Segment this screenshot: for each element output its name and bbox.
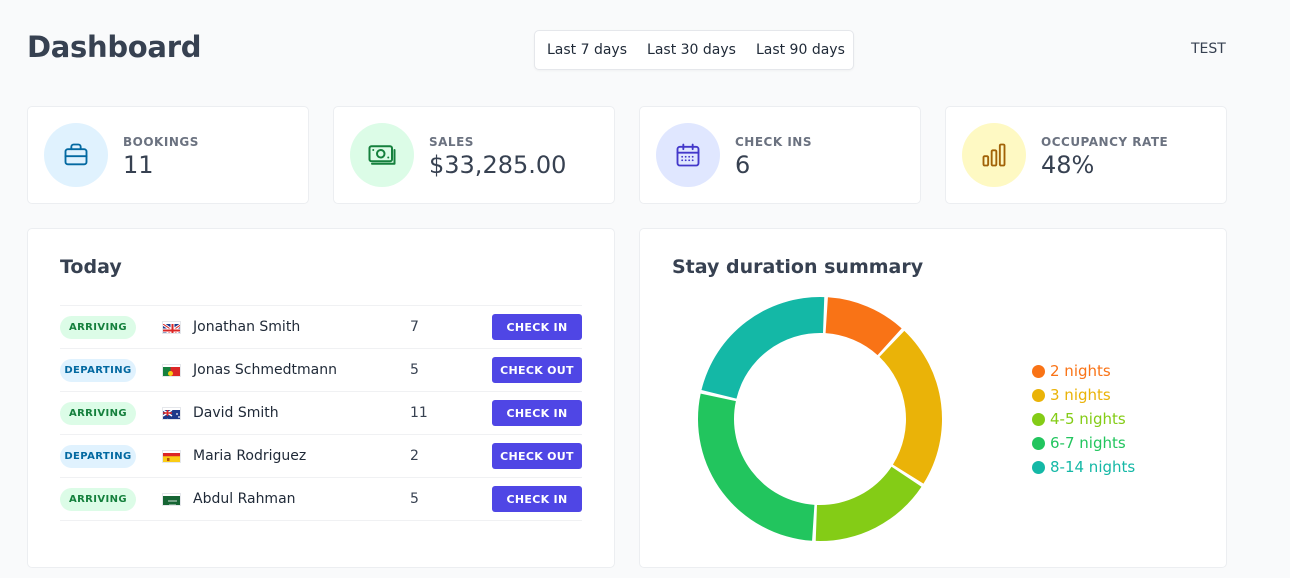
guest-name: David Smith [193,405,279,421]
stat-card-bookings: BOOKINGS 11 [27,106,309,204]
legend-label: 4-5 nights [1050,410,1126,428]
page-title: Dashboard [27,30,202,64]
donut-slice-1 [879,330,942,484]
panel-title: Stay duration summary [672,256,924,278]
legend-dot-icon [1032,388,1045,402]
donut-slice-4 [701,297,825,399]
legend-label: 3 nights [1050,386,1111,404]
stat-card-sales: SALES $33,285.00 [333,106,615,204]
panel-title: Today [60,256,122,278]
legend-item: 4-5 nights [1032,407,1135,431]
status-badge: ARRIVING [60,316,136,339]
check-out-button[interactable]: CHECK OUT [492,443,582,469]
list-item: DEPARTING Jonas Schmedtmann 5 CHECK OUT [60,349,582,392]
legend-label: 8-14 nights [1050,458,1136,476]
es-flag-icon [162,450,181,463]
status-badge: ARRIVING [60,402,136,425]
chart-legend: 2 nights 3 nights 4-5 nights 6-7 nights 8-14… [1032,359,1135,479]
today-panel: Today ARRIVING Jonathan Smith 7 CHECK IN… [27,228,615,568]
stat-value: $33,285.00 [429,151,567,179]
range-last-30-days[interactable]: Last 30 days [647,42,736,58]
nights-count: 5 [410,491,419,507]
stat-label: CHECK INS [735,135,812,149]
legend-item: 3 nights [1032,383,1135,407]
nights-count: 2 [410,448,419,464]
nights-count: 5 [410,362,419,378]
legend-dot-icon [1032,412,1045,426]
donut-slice-2 [815,466,922,541]
list-item: ARRIVING David Smith 11 CHECK IN [60,392,582,435]
legend-dot-icon [1032,460,1045,474]
stat-card-check-ins: CHECK INS 6 [639,106,921,204]
legend-item: 8-14 nights [1032,455,1135,479]
check-in-button[interactable]: CHECK IN [492,486,582,512]
user-name[interactable]: TEST [1191,41,1226,57]
guest-name: Jonathan Smith [193,319,301,335]
guest-name: Jonas Schmedtmann [193,362,337,378]
nights-count: 11 [410,405,428,421]
nights-count: 7 [410,319,419,335]
list-item: DEPARTING Maria Rodriguez 2 CHECK OUT [60,435,582,478]
gb-flag-icon [162,321,181,334]
stat-label: OCCUPANCY RATE [1041,135,1169,149]
sa-flag-icon [162,493,181,506]
donut-slice-3 [698,393,815,541]
check-in-button[interactable]: CHECK IN [492,400,582,426]
stay-duration-donut-chart [698,297,942,541]
list-item: ARRIVING Jonathan Smith 7 CHECK IN [60,306,582,349]
stat-value: 6 [735,151,751,179]
guest-name: Maria Rodriguez [193,448,307,464]
legend-item: 2 nights [1032,359,1135,383]
legend-dot-icon [1032,436,1045,450]
stat-value: 11 [123,151,154,179]
range-last-7-days[interactable]: Last 7 days [547,42,627,58]
money-icon [350,123,414,187]
stay-duration-panel: Stay duration summary 2 nights 3 nights 4-… [639,228,1227,568]
check-out-button[interactable]: CHECK OUT [492,357,582,383]
status-badge: DEPARTING [60,445,136,468]
au-flag-icon [162,407,181,420]
briefcase-icon [44,123,108,187]
legend-label: 6-7 nights [1050,434,1126,452]
legend-label: 2 nights [1050,362,1111,380]
calendar-icon [656,123,720,187]
guest-name: Abdul Rahman [193,491,296,507]
status-badge: DEPARTING [60,359,136,382]
list-item: ARRIVING Abdul Rahman 5 CHECK IN [60,478,582,521]
check-in-button[interactable]: CHECK IN [492,314,582,340]
legend-dot-icon [1032,364,1045,378]
stat-label: SALES [429,135,474,149]
range-last-90-days[interactable]: Last 90 days [756,42,845,58]
stat-card-occupancy: OCCUPANCY RATE 48% [945,106,1227,204]
stat-value: 48% [1041,151,1095,179]
date-range-filter: Last 7 days Last 30 days Last 90 days [534,30,854,70]
today-activity-list: ARRIVING Jonathan Smith 7 CHECK IN DEPAR… [60,305,582,521]
legend-item: 6-7 nights [1032,431,1135,455]
pt-flag-icon [162,364,181,377]
bar-chart-icon [962,123,1026,187]
status-badge: ARRIVING [60,488,136,511]
stat-label: BOOKINGS [123,135,199,149]
